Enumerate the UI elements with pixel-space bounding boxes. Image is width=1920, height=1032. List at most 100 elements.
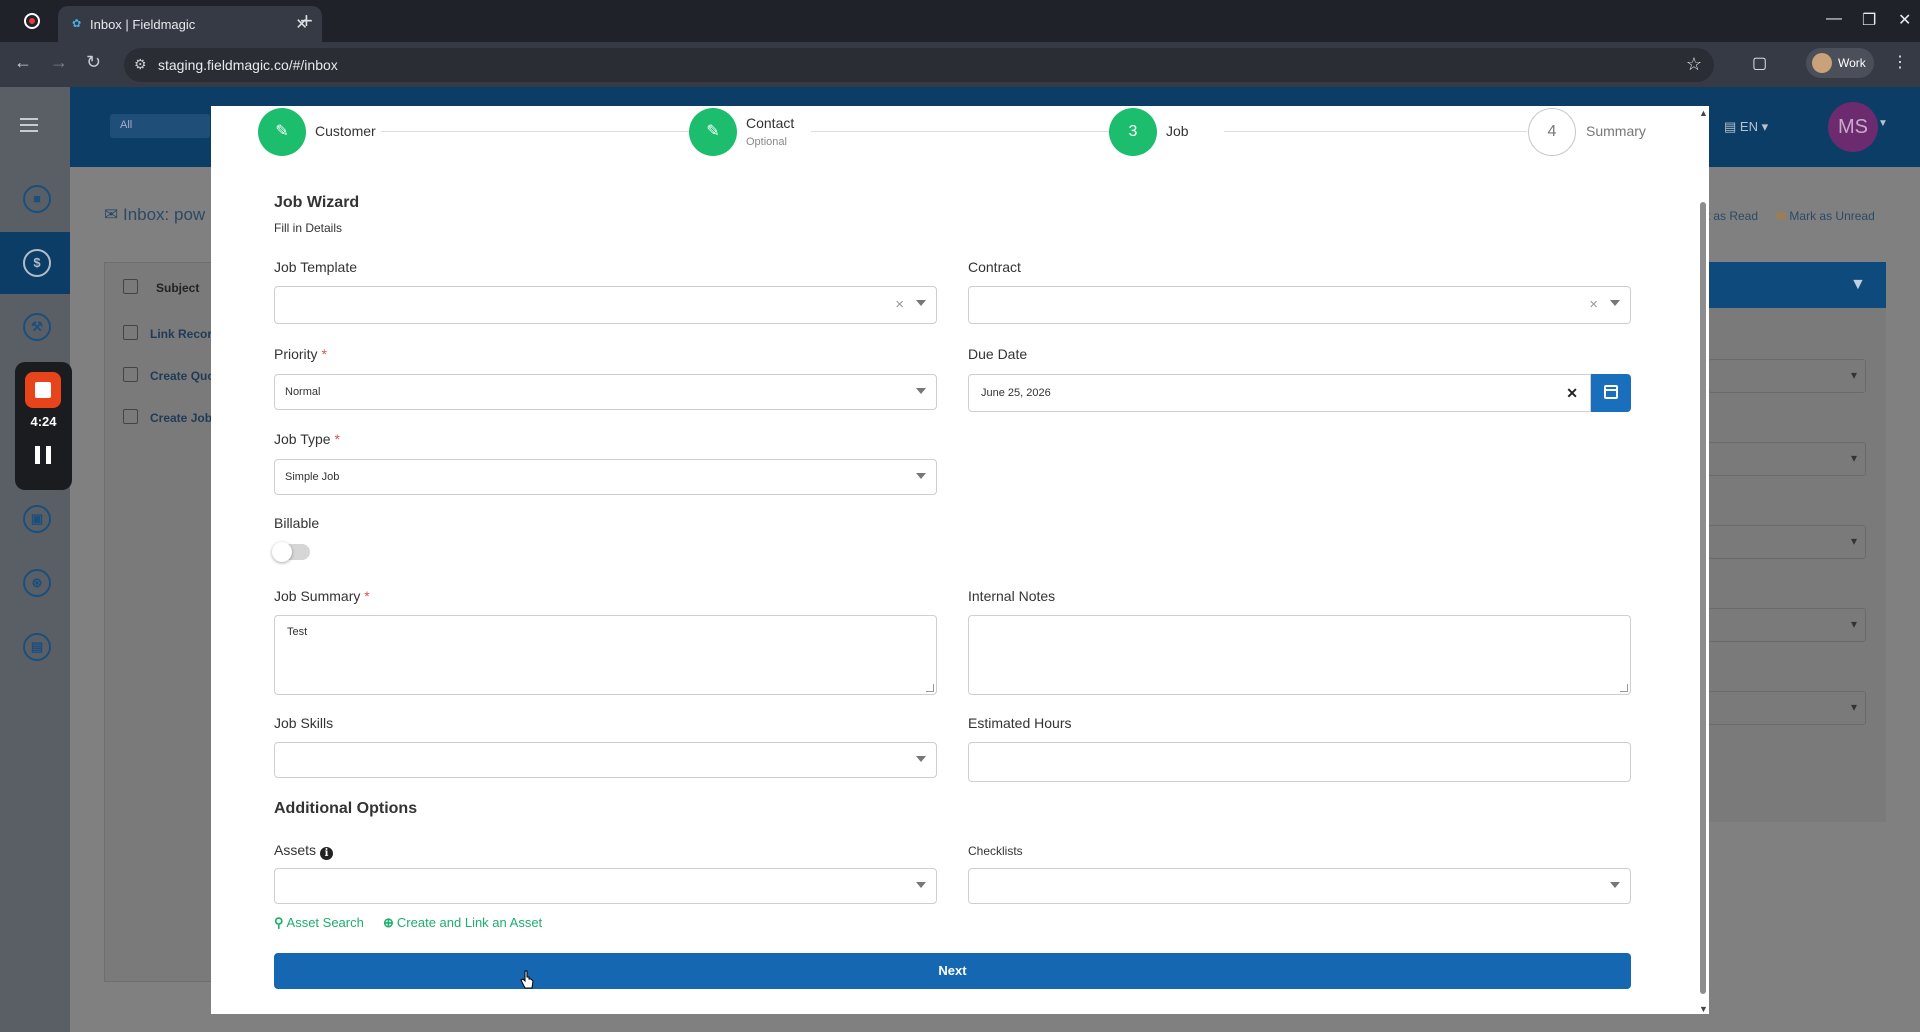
priority-label-text: Priority [274, 346, 318, 362]
close-window-icon[interactable]: ✕ [1898, 10, 1911, 30]
reload-icon[interactable]: ↻ [86, 52, 101, 73]
filter-select[interactable] [1708, 359, 1866, 393]
priority-select[interactable]: Normal [274, 374, 937, 410]
table-row[interactable]: Create Job [150, 411, 212, 425]
table-row[interactable]: Link Recor [150, 327, 212, 341]
info-icon[interactable]: i [320, 847, 334, 860]
site-info-icon[interactable]: ⚙ [134, 56, 147, 73]
checklists-select[interactable] [968, 868, 1631, 904]
browser-menu-icon[interactable]: ⋮ [1892, 52, 1908, 72]
chevron-down-icon[interactable] [916, 300, 926, 306]
next-button[interactable]: Next [274, 953, 1631, 989]
chevron-down-icon[interactable] [916, 388, 926, 394]
clear-date-icon[interactable]: ✕ [1566, 385, 1578, 402]
language-selector[interactable]: ▤ EN ▾ [1724, 119, 1768, 135]
chevron-down-icon[interactable] [916, 756, 926, 762]
filter-select[interactable] [1708, 691, 1866, 725]
estimated-hours-input[interactable] [968, 742, 1631, 782]
step-customer-circle[interactable]: ✎ [258, 108, 306, 156]
plus-circle-icon: ⊕ [383, 915, 394, 930]
browser-tab-bar: ✿ Inbox | Fieldmagic ✕ + — ❐ ✕ [0, 0, 1920, 42]
job-summary-label: Job Summary * [274, 588, 370, 604]
required-mark: * [364, 588, 370, 604]
scroll-up-icon[interactable]: ▲ [1699, 108, 1708, 118]
recording-indicator-icon [24, 13, 40, 29]
calendar-icon[interactable]: ▣ [23, 505, 51, 533]
screen-recorder-widget: 4:24 [15, 362, 72, 490]
profile-button[interactable]: Work [1806, 48, 1874, 78]
mark-as-unread-button[interactable]: ✉ Mark as Unread [1776, 209, 1875, 223]
chevron-down-icon[interactable]: ▼ [1878, 118, 1888, 129]
global-search-scope[interactable]: All [110, 114, 210, 138]
contract-select[interactable]: × [968, 286, 1631, 324]
assets-label: Assets i [274, 842, 334, 860]
filter-icon[interactable]: ▼ [1850, 276, 1866, 294]
job-summary-textarea[interactable]: Test [274, 615, 937, 695]
scroll-down-icon[interactable]: ▼ [1699, 1004, 1708, 1014]
scrollbar-thumb[interactable] [1700, 202, 1706, 994]
wizard-stepper: ✎ Customer ✎ Contact Optional 3 Job 4 Su… [211, 106, 1691, 158]
calendar-button[interactable] [1591, 374, 1631, 412]
create-link-asset-label: Create and Link an Asset [396, 915, 543, 930]
resize-handle-icon[interactable] [1620, 684, 1628, 692]
avatar[interactable]: MS [1828, 102, 1878, 152]
asset-search-link[interactable]: ⚲ Asset Search [274, 915, 364, 931]
language-label: EN [1739, 119, 1758, 134]
filter-select[interactable] [1708, 608, 1866, 642]
hamburger-menu-icon[interactable] [20, 118, 38, 132]
billable-toggle[interactable] [272, 542, 310, 562]
resize-handle-icon[interactable] [926, 684, 934, 692]
create-link-asset-link[interactable]: ⊕ Create and Link an Asset [383, 915, 542, 931]
priority-label: Priority * [274, 346, 327, 362]
step-customer-label: Customer [315, 123, 376, 139]
forward-icon[interactable]: → [50, 52, 68, 73]
select-all-checkbox[interactable] [123, 279, 138, 294]
minimize-icon[interactable]: — [1826, 10, 1842, 28]
chevron-down-icon[interactable] [1610, 300, 1620, 306]
document-icon[interactable]: ▤ [23, 633, 51, 661]
job-type-select[interactable]: Simple Job [274, 459, 937, 495]
table-row[interactable]: Create Quo [150, 369, 215, 383]
priority-value: Normal [285, 386, 321, 398]
recording-timer: 4:24 [30, 414, 57, 429]
wrench-icon[interactable]: ⚒ [23, 313, 51, 341]
step-summary-circle[interactable]: 4 [1528, 108, 1576, 156]
profile-avatar [1812, 53, 1832, 73]
hand-cursor-icon [520, 970, 534, 989]
filter-select[interactable] [1708, 442, 1866, 476]
internal-notes-textarea[interactable] [968, 615, 1631, 695]
step-job-circle[interactable]: 3 [1109, 108, 1157, 156]
stop-recording-button[interactable] [25, 372, 61, 408]
modal-scrollbar[interactable]: ▲ ▼ [1697, 106, 1709, 1014]
job-wizard-modal: ✎ Customer ✎ Contact Optional 3 Job 4 Su… [211, 106, 1709, 1014]
extensions-icon[interactable]: ▢ [1752, 53, 1767, 73]
chevron-down-icon[interactable] [1610, 882, 1620, 888]
finance-icon[interactable]: $ [23, 249, 51, 277]
bookmark-star-icon[interactable]: ☆ [1686, 54, 1702, 75]
restore-icon[interactable]: ❐ [1862, 10, 1876, 30]
chevron-down-icon[interactable] [916, 882, 926, 888]
back-icon[interactable]: ← [14, 52, 32, 73]
job-template-select[interactable]: × [274, 286, 937, 324]
due-date-input[interactable]: June 25, 2026 ✕ [968, 374, 1591, 412]
checklists-label: Checklists [968, 844, 1023, 858]
row-checkbox[interactable] [123, 367, 138, 382]
due-date-value: June 25, 2026 [981, 387, 1051, 399]
pause-recording-icon[interactable] [35, 446, 51, 464]
assets-select[interactable] [274, 868, 937, 904]
browser-tab-active[interactable]: ✿ Inbox | Fieldmagic ✕ [58, 6, 322, 42]
step-contact-circle[interactable]: ✎ [689, 108, 737, 156]
workflow-icon[interactable]: ⊛ [23, 569, 51, 597]
step-contact-sublabel: Optional [746, 136, 787, 148]
filter-select[interactable] [1708, 525, 1866, 559]
clear-icon[interactable]: × [1589, 296, 1598, 313]
row-checkbox[interactable] [123, 325, 138, 340]
job-skills-select[interactable] [274, 742, 937, 778]
row-checkbox[interactable] [123, 409, 138, 424]
contacts-icon[interactable]: ■ [23, 185, 51, 213]
address-bar[interactable]: ⚙ staging.fieldmagic.co/#/inbox ☆ [124, 48, 1714, 82]
envelope-icon: ✉ [1776, 209, 1787, 223]
clear-icon[interactable]: × [895, 296, 904, 313]
chevron-down-icon[interactable] [916, 473, 926, 479]
new-tab-button[interactable]: + [300, 8, 313, 34]
